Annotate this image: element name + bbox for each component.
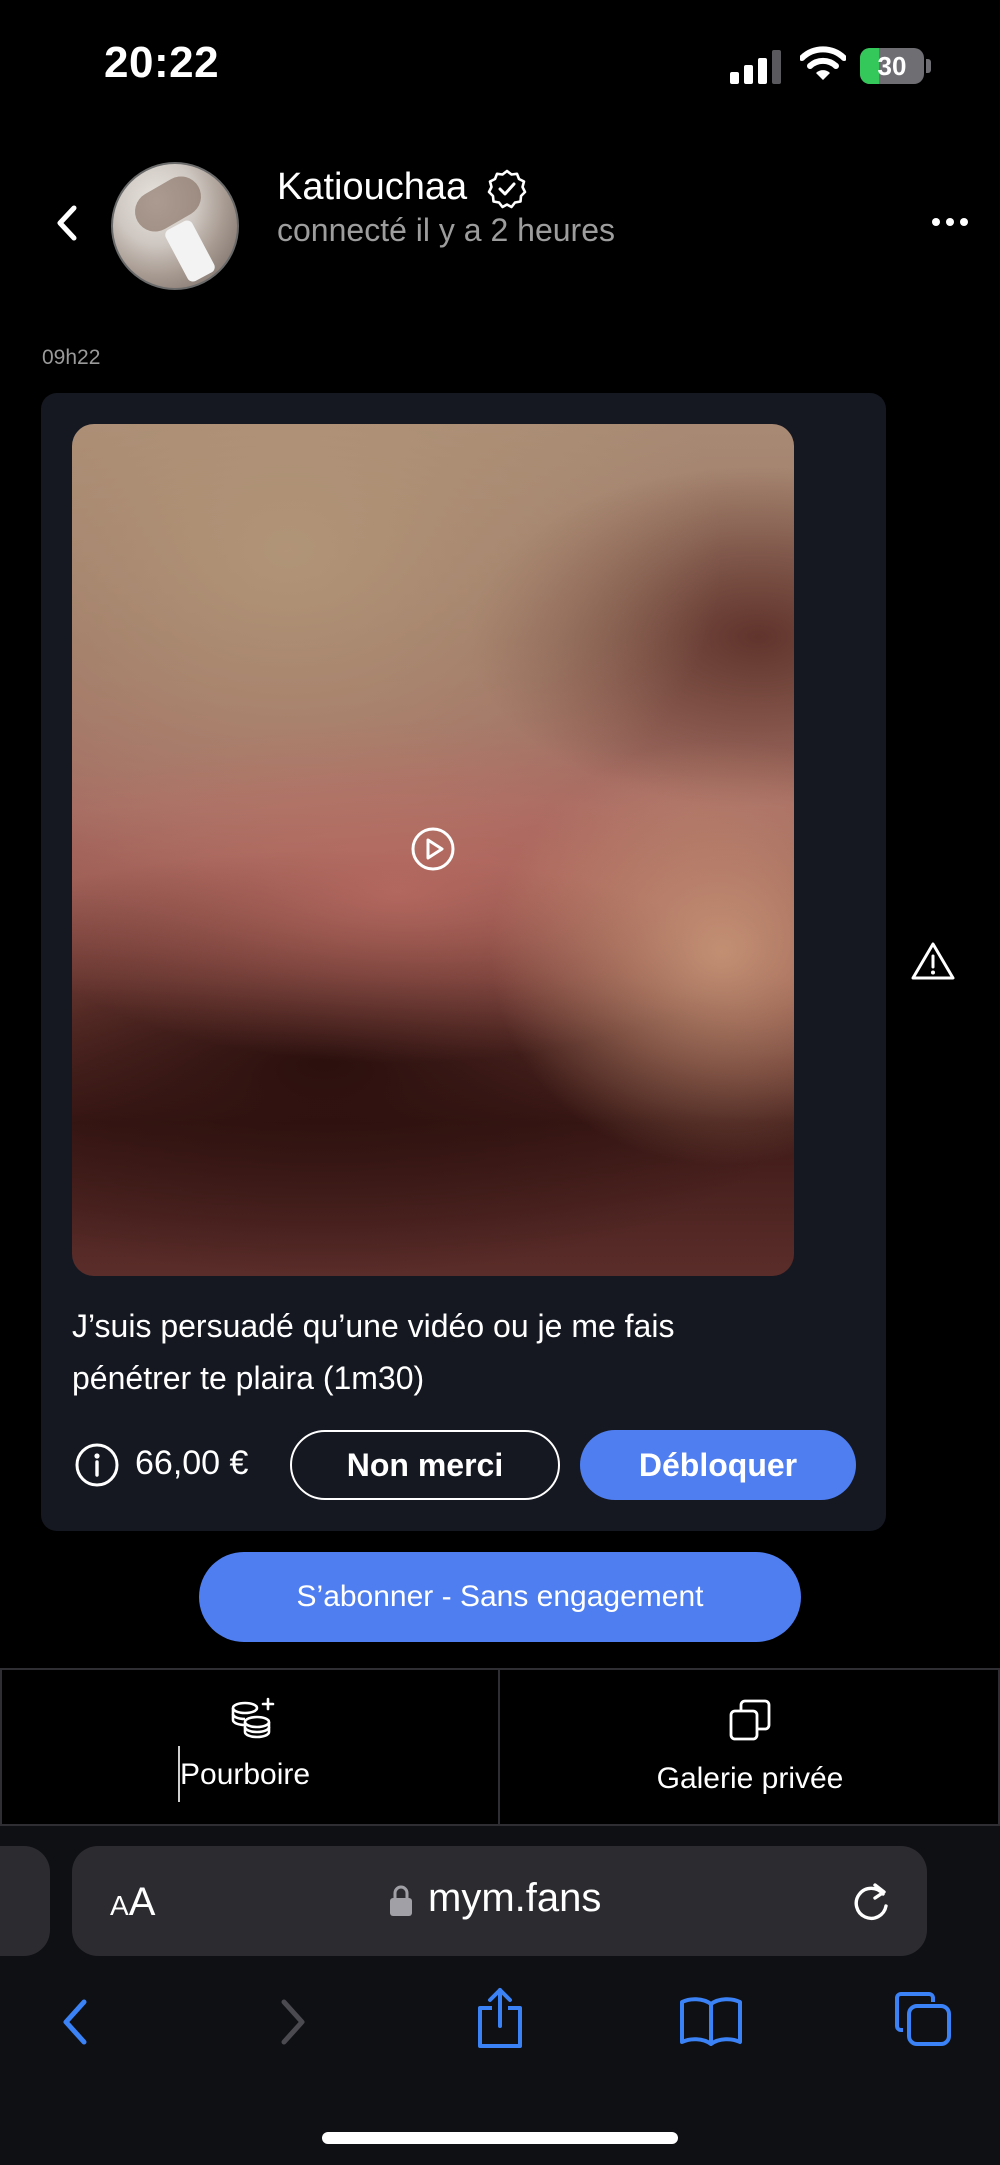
share-icon[interactable] [472, 1986, 528, 2050]
avatar[interactable] [111, 162, 239, 290]
reload-icon[interactable] [850, 1880, 892, 1924]
tabs-icon[interactable] [893, 1990, 953, 2048]
lock-icon [390, 1885, 412, 1916]
price-label: 66,00 € [135, 1444, 249, 1482]
tab-private-gallery-label: Galerie privée [656, 1762, 844, 1795]
username[interactable]: Katiouchaa [277, 166, 467, 209]
play-circle-icon[interactable] [410, 826, 456, 872]
battery-percent: 30 [877, 51, 907, 81]
chevron-left-icon[interactable] [50, 200, 86, 246]
unlock-button[interactable]: Débloquer [580, 1430, 856, 1500]
subscribe-button[interactable]: S’abonner - Sans engagement [199, 1552, 801, 1642]
decline-button[interactable]: Non merci [290, 1430, 560, 1500]
more-horizontal-icon[interactable] [930, 210, 970, 234]
info-icon[interactable] [74, 1442, 120, 1488]
home-indicator[interactable] [322, 2132, 678, 2144]
previous-tab-preview[interactable] [0, 1846, 50, 1956]
verified-badge-icon [487, 169, 527, 209]
wifi-icon [800, 46, 846, 80]
message-timestamp: 09h22 [42, 346, 101, 369]
tab-tip[interactable] [0, 1670, 500, 1824]
forward-arrow-icon [281, 1999, 305, 2045]
text-size-button[interactable]: AA [110, 1880, 155, 1925]
warning-triangle-icon[interactable] [910, 940, 956, 982]
status-time: 20:22 [104, 38, 220, 87]
url-text[interactable]: mym.fans [428, 1876, 601, 1921]
bookmarks-icon[interactable] [678, 1994, 744, 2048]
cellular-signal-icon [730, 50, 781, 84]
message-caption: J’suis persuadé qu’une vidéo ou je me fa… [72, 1308, 675, 1396]
coins-plus-icon [231, 1697, 275, 1739]
presence-status: connecté il y a 2 heures [277, 212, 615, 248]
tab-tip-label: Pourboire [180, 1758, 311, 1791]
tab-private-gallery[interactable] [500, 1670, 1000, 1824]
copy-stack-icon [729, 1699, 771, 1741]
battery-charging-icon: 30 [860, 48, 932, 84]
back-arrow-icon[interactable] [58, 1996, 92, 2048]
